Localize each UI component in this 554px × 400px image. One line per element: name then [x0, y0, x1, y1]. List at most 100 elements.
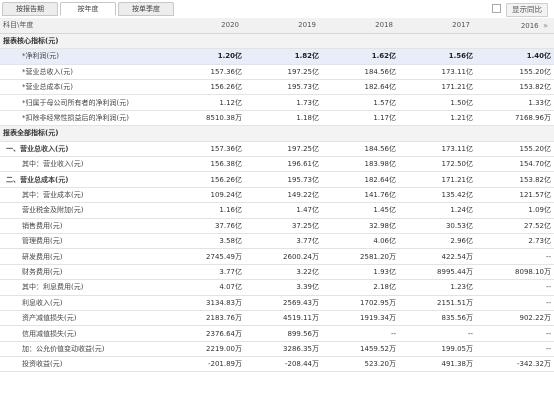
row-value — [322, 125, 399, 142]
table-row: 投资收益(元) -201.89万 -208.44万 523.20万 491.38万 -34… — [0, 356, 554, 373]
row-value: 197.25亿 — [245, 64, 322, 81]
row-label: 其中：利息费用(元) — [0, 279, 168, 296]
row-value: -- — [322, 325, 399, 342]
table-row: 管理费用(元) 3.58亿 3.77亿 4.06亿 2.96亿 2.73亿 — [0, 233, 554, 250]
row-value: 2581.20万 — [322, 248, 399, 265]
tab-bar: 按报告期 按年度 按单季度 显示同比 — [0, 0, 554, 18]
tab-by-quarter[interactable]: 按单季度 — [118, 2, 174, 16]
row-value: 422.54万 — [399, 248, 476, 265]
show-yoy-toggle[interactable]: 显示同比 — [491, 3, 548, 17]
row-value: 4519.11万 — [245, 310, 322, 327]
tab-by-report-period[interactable]: 按报告期 — [2, 2, 58, 16]
row-label: 财务费用(元) — [0, 264, 168, 281]
row-value: 1.09亿 — [476, 202, 554, 219]
row-label: *净利润(元) — [0, 48, 168, 65]
row-value: 2376.64万 — [168, 325, 245, 342]
table-row: 研发费用(元) 2745.49万 2600.24万 2581.20万 422.54万 -- — [0, 248, 554, 265]
row-label: 报表全部指标(元) — [0, 125, 168, 142]
row-value: 2600.24万 — [245, 248, 322, 265]
table-row: 销售费用(元) 37.76亿 37.25亿 32.98亿 30.53亿 27.52亿 — [0, 218, 554, 234]
row-value: 1.50亿 — [399, 94, 476, 111]
row-label: 报表核心指标(元) — [0, 33, 168, 50]
row-value: 2183.76万 — [168, 310, 245, 327]
header-year[interactable]: 2016 — [521, 22, 539, 30]
row-value: 196.61亿 — [245, 156, 322, 173]
row-value — [476, 125, 554, 142]
row-value: -- — [476, 295, 554, 311]
row-label: *营业总收入(元) — [0, 64, 168, 81]
row-value — [322, 33, 399, 50]
row-value: 195.73亿 — [245, 79, 322, 96]
row-value: 1.73亿 — [245, 94, 322, 111]
row-value: 3.39亿 — [245, 279, 322, 296]
row-value — [245, 33, 322, 50]
row-value: 109.24亿 — [168, 187, 245, 204]
row-value — [245, 125, 322, 142]
row-value: 182.64亿 — [322, 171, 399, 188]
table-row: 其中：营业成本(元) 109.24亿 149.22亿 141.76亿 135.42亿 12… — [0, 187, 554, 204]
row-label: 销售费用(元) — [0, 218, 168, 234]
row-value — [399, 33, 476, 50]
scroll-right-icon[interactable]: » — [543, 21, 548, 30]
row-value: 8098.10万 — [476, 264, 554, 281]
row-value: 1.45亿 — [322, 202, 399, 219]
row-value: 30.53亿 — [399, 218, 476, 234]
table-row: 财务费用(元) 3.77亿 3.22亿 1.93亿 8995.44万 8098.10万 — [0, 264, 554, 281]
row-value — [168, 125, 245, 142]
row-value: 3.77亿 — [245, 233, 322, 250]
row-value: 8995.44万 — [399, 264, 476, 281]
row-value: 184.56亿 — [322, 64, 399, 81]
header-year[interactable]: 2018 — [322, 18, 399, 34]
row-value: 1.18亿 — [245, 110, 322, 127]
row-value: 153.82亿 — [476, 171, 554, 188]
row-value: 2745.49万 — [168, 248, 245, 265]
row-value: 135.42亿 — [399, 187, 476, 204]
row-value: 173.11亿 — [399, 64, 476, 81]
row-value: 1.57亿 — [322, 94, 399, 111]
table-row: 营业税金及附加(元) 1.16亿 1.47亿 1.45亿 1.24亿 1.09亿 — [0, 202, 554, 219]
row-label: 加：公允价值变动收益(元) — [0, 341, 168, 358]
row-value: 1459.52万 — [322, 341, 399, 358]
row-value: 1.93亿 — [322, 264, 399, 281]
row-value: 3.22亿 — [245, 264, 322, 281]
row-value: 149.22亿 — [245, 187, 322, 204]
tab-by-year[interactable]: 按年度 — [60, 2, 116, 16]
table-row: *扣除非经常性损益后的净利润(元) 8510.38万 1.18亿 1.17亿 1.21亿… — [0, 110, 554, 127]
table-row: 一、营业总收入(元) 157.36亿 197.25亿 184.56亿 173.11亿 15… — [0, 141, 554, 158]
row-value: 1.24亿 — [399, 202, 476, 219]
row-value: 1919.34万 — [322, 310, 399, 327]
row-value: 172.50亿 — [399, 156, 476, 173]
row-label: 其中：营业收入(元) — [0, 156, 168, 173]
row-value: 835.56万 — [399, 310, 476, 327]
row-value: 157.36亿 — [168, 64, 245, 81]
header-year[interactable]: 2020 — [168, 18, 245, 34]
row-label: 一、营业总收入(元) — [0, 141, 168, 158]
row-label: *营业总成本(元) — [0, 79, 168, 96]
header-year[interactable]: 2019 — [245, 18, 322, 34]
row-value: 3.77亿 — [168, 264, 245, 281]
row-value: 1702.95万 — [322, 295, 399, 311]
row-value: 184.56亿 — [322, 141, 399, 158]
row-value: 8510.38万 — [168, 110, 245, 127]
row-value: 1.12亿 — [168, 94, 245, 111]
row-value: 182.64亿 — [322, 79, 399, 96]
row-value: 7168.96万 — [476, 110, 554, 127]
table-row: 利息收入(元) 3134.83万 2569.43万 1702.95万 2151.51万 -… — [0, 295, 554, 311]
row-value: -- — [476, 279, 554, 296]
row-value: 2.73亿 — [476, 233, 554, 250]
row-value: -201.89万 — [168, 356, 245, 373]
row-value: 491.38万 — [399, 356, 476, 373]
row-label: 利息收入(元) — [0, 295, 168, 311]
financial-table-body: 科目\年度 2020 2019 2018 2017 2016 » 报表核心指标(… — [0, 18, 554, 373]
row-value: -- — [476, 248, 554, 265]
row-value: 1.82亿 — [245, 48, 322, 65]
row-value: 32.98亿 — [322, 218, 399, 234]
table-row: *营业总成本(元) 156.26亿 195.73亿 182.64亿 171.21亿 153… — [0, 79, 554, 96]
row-value: 37.76亿 — [168, 218, 245, 234]
row-value: 1.33亿 — [476, 94, 554, 111]
row-value: 171.21亿 — [399, 171, 476, 188]
row-value: 121.57亿 — [476, 187, 554, 204]
row-value: 157.36亿 — [168, 141, 245, 158]
yoy-checkbox[interactable] — [491, 4, 501, 13]
header-year[interactable]: 2017 — [399, 18, 476, 34]
